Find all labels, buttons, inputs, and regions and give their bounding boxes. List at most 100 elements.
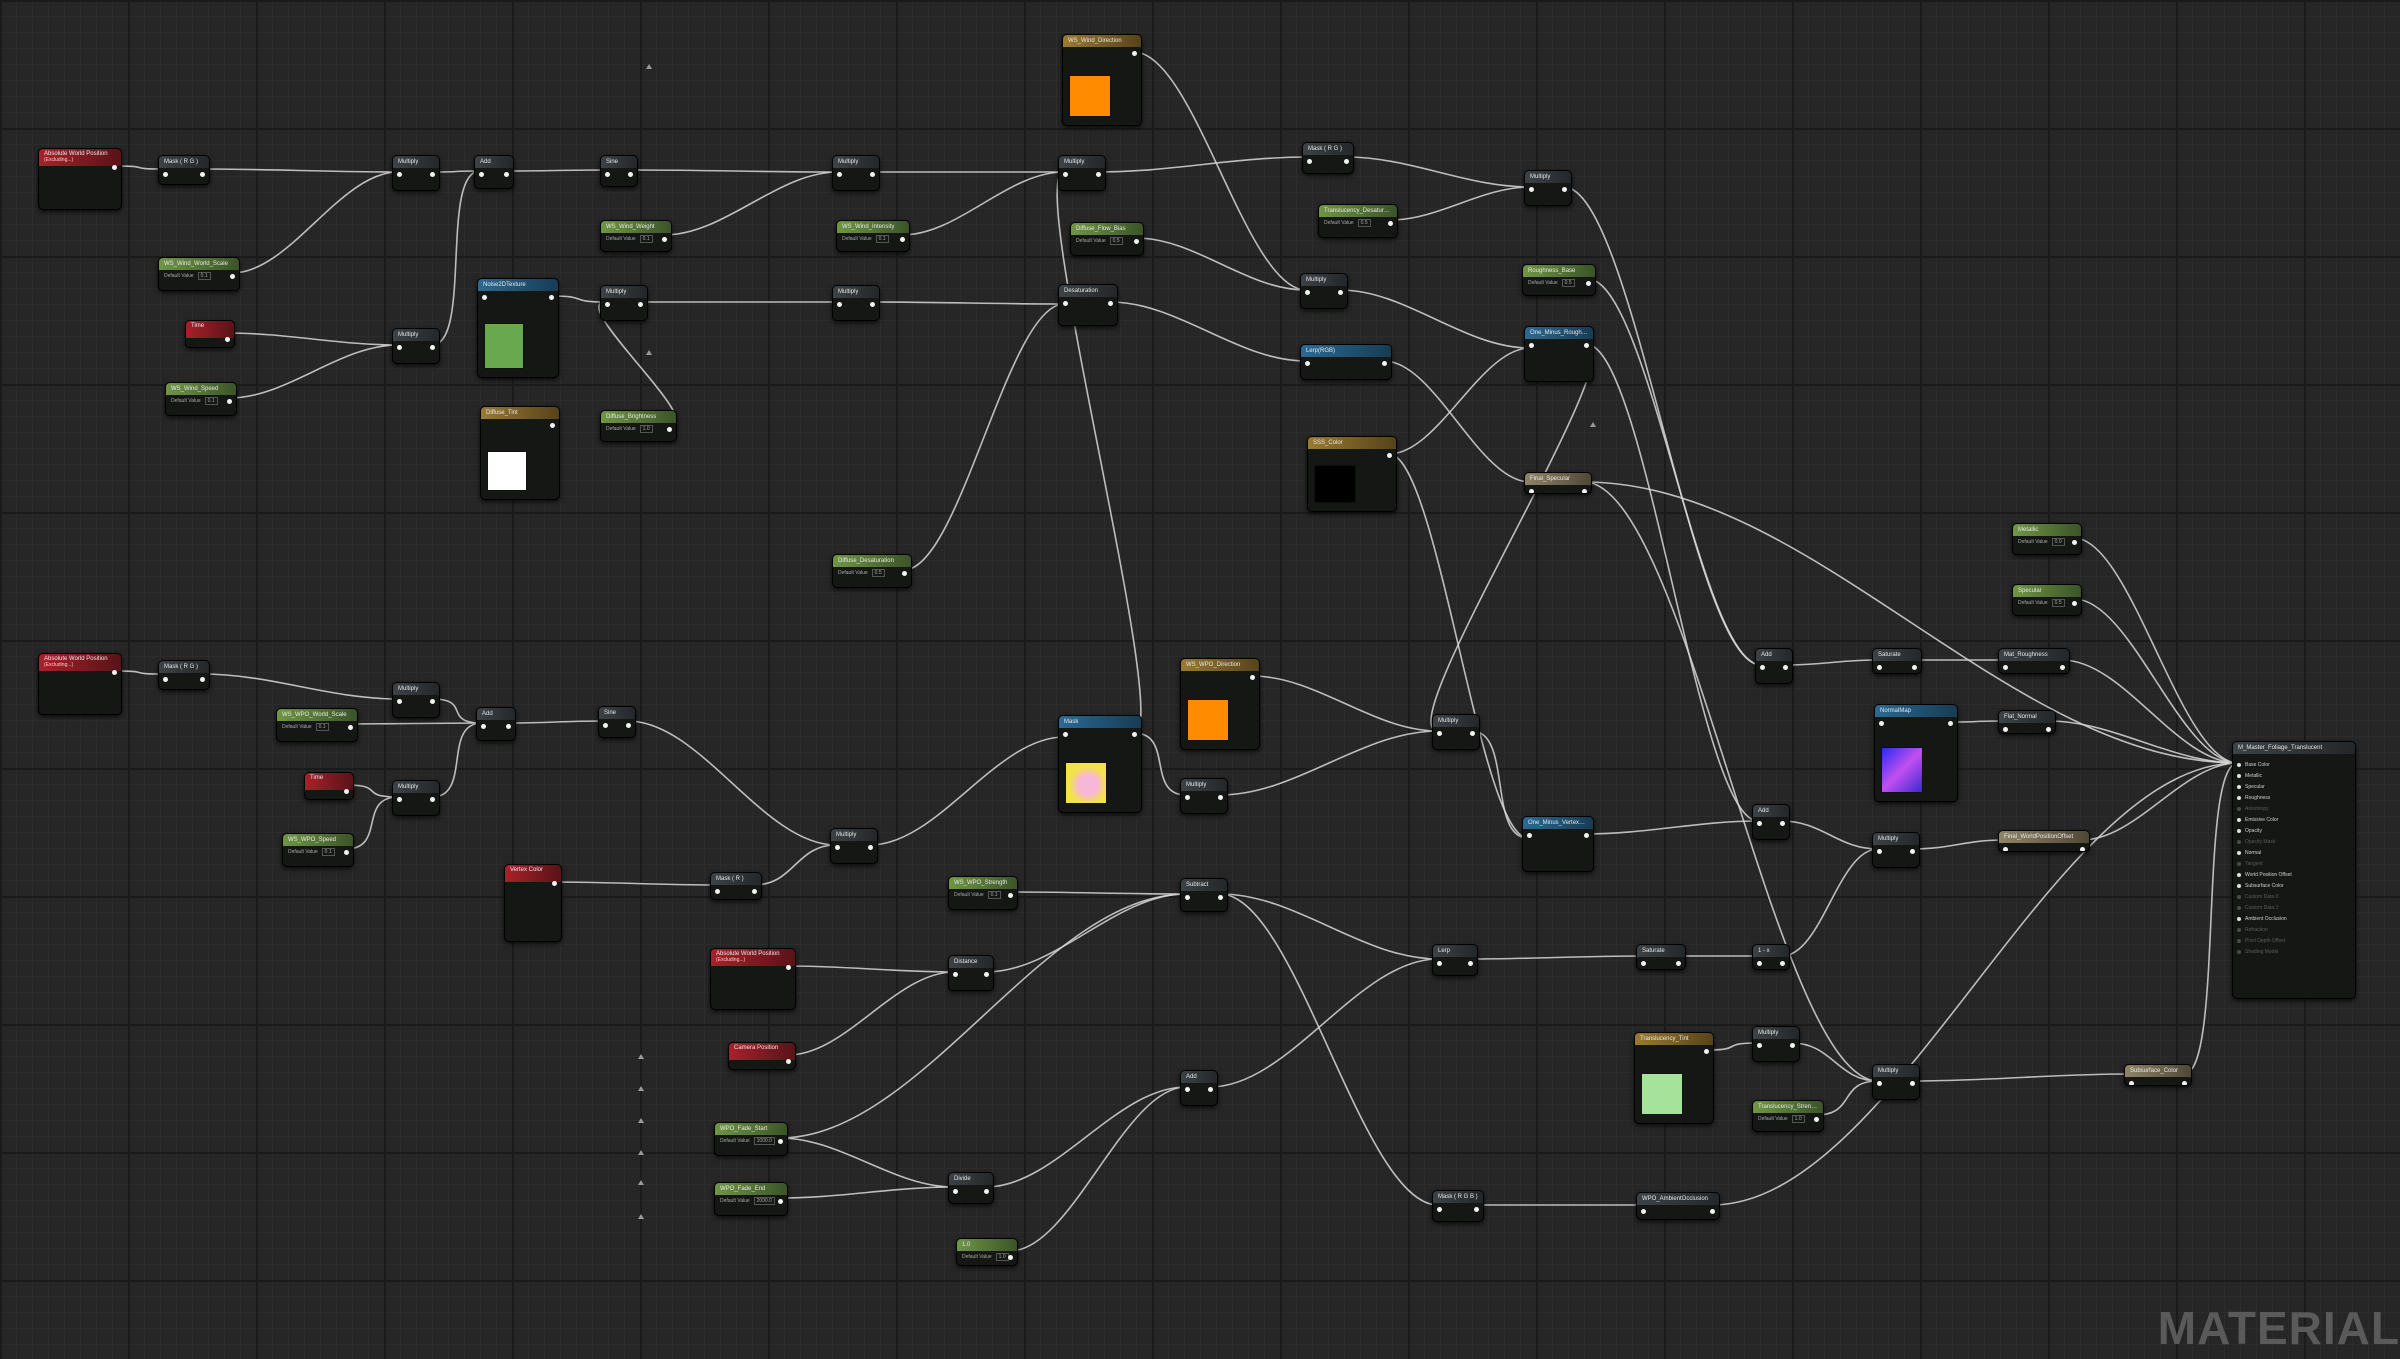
- result-pin[interactable]: Emissive Color: [2233, 815, 2355, 826]
- output-pin-icon[interactable]: [752, 889, 757, 894]
- output-pin-icon[interactable]: [1218, 795, 1223, 800]
- node-final-wpo[interactable]: Final_WorldPositionOffset: [1998, 830, 2090, 852]
- node-mult-9[interactable]: Multiply: [392, 682, 440, 718]
- output-pin-icon[interactable]: [1584, 833, 1589, 838]
- result-pin[interactable]: Shading Model: [2233, 947, 2355, 958]
- node-subsurface-color[interactable]: Subsurface_Color: [2124, 1064, 2192, 1086]
- output-pin-icon[interactable]: [344, 850, 349, 855]
- output-pin-icon[interactable]: [1780, 821, 1785, 826]
- result-pin[interactable]: Ambient Occlusion: [2233, 914, 2355, 925]
- input-pin-icon[interactable]: [1641, 1209, 1646, 1214]
- node-add-1[interactable]: Add: [474, 155, 514, 189]
- input-pin-icon[interactable]: [2003, 847, 2008, 851]
- output-pin-icon[interactable]: [984, 1189, 989, 1194]
- input-pin-icon[interactable]: [1063, 301, 1068, 306]
- input-pin-icon[interactable]: [397, 699, 402, 704]
- output-pin-icon[interactable]: [868, 845, 873, 850]
- output-pin-icon[interactable]: [1344, 159, 1349, 164]
- input-pin-icon[interactable]: [397, 797, 402, 802]
- default-value-field[interactable]: 1000.0: [753, 1137, 775, 1145]
- output-pin-icon[interactable]: [902, 571, 907, 576]
- node-default-value[interactable]: Default Value 0.5: [833, 567, 911, 579]
- input-pin-icon[interactable]: [1641, 961, 1646, 966]
- input-pin-icon[interactable]: [1185, 895, 1190, 900]
- input-pin-icon[interactable]: [1437, 961, 1442, 966]
- default-value-field[interactable]: 0.5: [1561, 279, 1575, 287]
- node-wpo-fade-end[interactable]: WPO_Fade_End Default Value 2000.0: [714, 1182, 788, 1216]
- default-value-field[interactable]: 0.1: [875, 235, 889, 243]
- node-one-minus-1[interactable]: 1 - x: [1752, 944, 1790, 970]
- result-pin[interactable]: Subsurface Color: [2233, 881, 2355, 892]
- default-value-field[interactable]: 1.0: [1791, 1115, 1805, 1123]
- node-mask-5[interactable]: Mask ( R G B ): [1432, 1190, 1484, 1222]
- result-pin[interactable]: Tangent: [2233, 859, 2355, 870]
- input-pin-icon[interactable]: [482, 295, 487, 300]
- node-time-1[interactable]: Time: [185, 320, 235, 348]
- default-value-field[interactable]: 0.1: [639, 235, 653, 243]
- output-pin-icon[interactable]: [550, 423, 555, 428]
- node-wpo-ambient[interactable]: WPO_AmbientOcclusion: [1636, 1192, 1720, 1220]
- input-pin-icon[interactable]: [1760, 665, 1765, 670]
- output-pin-icon[interactable]: [344, 789, 349, 794]
- node-abs-world-3[interactable]: Absolute World Position (Excluding...): [710, 948, 796, 1010]
- node-translucency-tint[interactable]: Translucency_Tint: [1634, 1032, 1714, 1124]
- node-wpo-fade-start[interactable]: WPO_Fade_Start Default Value 1000.0: [714, 1122, 788, 1156]
- output-pin-icon[interactable]: [662, 237, 667, 242]
- input-pin-icon[interactable]: [837, 172, 842, 177]
- node-default-value[interactable]: Default Value 1.0: [601, 423, 676, 435]
- result-pin[interactable]: Metallic: [2233, 771, 2355, 782]
- input-pin-icon[interactable]: [479, 172, 484, 177]
- output-pin-icon[interactable]: [1676, 961, 1681, 966]
- output-pin-icon[interactable]: [1710, 1209, 1715, 1214]
- output-pin-icon[interactable]: [1912, 665, 1917, 670]
- output-pin-icon[interactable]: [200, 677, 205, 682]
- output-pin-icon[interactable]: [1910, 849, 1915, 854]
- node-diffuse-desaturation[interactable]: Diffuse_Desaturation Default Value 0.5: [832, 554, 912, 588]
- node-mult-14[interactable]: Multiply: [1872, 832, 1920, 868]
- output-pin-icon[interactable]: [430, 699, 435, 704]
- default-value-field[interactable]: 0.1: [315, 723, 329, 731]
- input-pin-icon[interactable]: [1877, 849, 1882, 854]
- input-pin-icon[interactable]: [953, 1189, 958, 1194]
- default-value-field[interactable]: 0.0: [2051, 538, 2065, 546]
- result-pin[interactable]: Opacity: [2233, 826, 2355, 837]
- input-pin-icon[interactable]: [603, 723, 608, 728]
- node-mult-5[interactable]: Multiply: [832, 285, 880, 321]
- result-pin[interactable]: Anisotropy: [2233, 804, 2355, 815]
- output-pin-icon[interactable]: [430, 797, 435, 802]
- input-pin-icon[interactable]: [1757, 821, 1762, 826]
- output-pin-icon[interactable]: [225, 337, 230, 342]
- node-default-value[interactable]: Default Value 0.0: [2013, 536, 2081, 548]
- input-pin-icon[interactable]: [953, 972, 958, 977]
- node-normal-map[interactable]: NormalMap: [1874, 704, 1958, 802]
- input-pin-icon[interactable]: [1063, 732, 1068, 737]
- output-pin-icon[interactable]: [1814, 1117, 1819, 1122]
- node-default-value[interactable]: Default Value 0.1: [837, 233, 909, 245]
- node-default-value[interactable]: Default Value 0.1: [949, 889, 1017, 901]
- node-wind-intensity[interactable]: WS_Wind_Intensity Default Value 0.1: [836, 220, 910, 252]
- node-sss-color[interactable]: SSS_Color: [1307, 436, 1397, 512]
- input-pin-icon[interactable]: [1877, 665, 1882, 670]
- node-diffuse-flow-bias[interactable]: Diffuse_Flow_Bias Default Value 0.5: [1070, 222, 1144, 256]
- output-pin-icon[interactable]: [430, 172, 435, 177]
- output-pin-icon[interactable]: [230, 274, 235, 279]
- result-pin[interactable]: Normal: [2233, 848, 2355, 859]
- node-mult-16[interactable]: Multiply: [1872, 1064, 1920, 1100]
- node-mult-4[interactable]: Multiply: [832, 155, 880, 191]
- input-pin-icon[interactable]: [1063, 172, 1068, 177]
- node-sine-1[interactable]: Sine: [600, 155, 638, 187]
- node-default-value[interactable]: Default Value 0.1: [159, 270, 239, 282]
- output-pin-icon[interactable]: [1470, 731, 1475, 736]
- node-default-value[interactable]: Default Value 0.1: [277, 721, 357, 733]
- result-pin[interactable]: World Position Offset: [2233, 870, 2355, 881]
- input-pin-icon[interactable]: [605, 302, 610, 307]
- default-value-field[interactable]: 0.5: [871, 569, 885, 577]
- output-pin-icon[interactable]: [900, 237, 905, 242]
- input-pin-icon[interactable]: [1437, 731, 1442, 736]
- node-mult-1[interactable]: Multiply: [392, 155, 440, 191]
- input-pin-icon[interactable]: [837, 302, 842, 307]
- node-mult-10[interactable]: Multiply: [392, 780, 440, 816]
- input-pin-icon[interactable]: [1185, 795, 1190, 800]
- node-flat-normal[interactable]: Flat_Normal: [1998, 710, 2056, 734]
- default-value-field[interactable]: 0.1: [197, 272, 211, 280]
